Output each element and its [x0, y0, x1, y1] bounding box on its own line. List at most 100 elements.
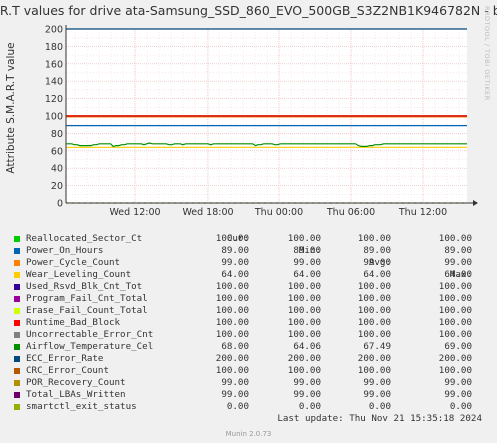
legend-avg-value: 67.49 [363, 341, 391, 352]
legend-series-name: Runtime_Bad_Block [26, 317, 121, 328]
legend-max-value: 0.00 [449, 401, 472, 412]
legend-swatch [14, 308, 20, 314]
legend-row: ECC_Error_Rate 200.00 200.00 200.00 200.00 [12, 353, 484, 365]
legend-avg-value: 100.00 [357, 365, 391, 376]
legend-max-value: 100.00 [438, 281, 472, 292]
legend-series-name: CRC_Error_Count [26, 365, 109, 376]
legend-avg-value: 100.00 [357, 293, 391, 304]
y-tick-label: 180 [45, 42, 63, 53]
legend-avg-value: 100.00 [357, 281, 391, 292]
legend-max-value: 69.00 [444, 341, 472, 352]
legend-min-value: 100.00 [287, 293, 321, 304]
legend-cur-value: 100.00 [215, 329, 249, 340]
y-tick-label: 120 [45, 94, 63, 105]
legend-table: Cur: Min: Avg: Max: Reallocated_Sector_C… [12, 221, 484, 413]
legend-swatch [14, 260, 20, 266]
legend-header: Cur: Min: Avg: Max: [12, 221, 484, 280]
legend-avg-value: 100.00 [357, 233, 391, 244]
legend-swatch [14, 404, 20, 410]
legend-min-value: 64.06 [293, 341, 321, 352]
legend-series-name: Power_Cycle_Count [26, 257, 121, 268]
y-tick-label: 100 [45, 112, 63, 123]
legend-min-value: 100.00 [287, 365, 321, 376]
legend-max-value: 64.00 [444, 269, 472, 280]
y-tick-label: 80 [51, 129, 63, 140]
legend-min-value: 100.00 [287, 233, 321, 244]
y-tick-label: 60 [51, 146, 63, 157]
x-tick-label: Thu 12:00 [398, 207, 447, 218]
legend-min-value: 100.00 [287, 281, 321, 292]
legend-series-name: smartctl_exit_status [26, 401, 137, 412]
legend-cur-value: 100.00 [215, 293, 249, 304]
legend-swatch [14, 296, 20, 302]
legend-row: Power_On_Hours 89.00 89.00 89.00 89.00 [12, 245, 484, 257]
legend-cur-value: 0.00 [226, 401, 249, 412]
legend-series-name: Airflow_Temperature_Cel [26, 341, 154, 352]
legend-cur-value: 200.00 [215, 353, 249, 364]
legend-row: Uncorrectable_Error_Cnt 100.00 100.00 100.0… [12, 329, 484, 341]
legend-min-value: 89.00 [293, 245, 321, 256]
legend-max-value: 200.00 [438, 353, 472, 364]
legend-avg-value: 99.00 [363, 389, 391, 400]
legend-row: Total_LBAs_Written 99.00 99.00 99.00 99.00 [12, 389, 484, 401]
legend-cur-value: 99.00 [221, 257, 249, 268]
legend-series-name: Program_Fail_Cnt_Total [26, 293, 148, 304]
legend-cur-value: 68.00 [221, 341, 249, 352]
legend-cur-value: 89.00 [221, 245, 249, 256]
legend-row: Used_Rsvd_Blk_Cnt_Tot 100.00 100.00 100.00 1… [12, 281, 484, 293]
legend-min-value: 100.00 [287, 329, 321, 340]
legend-max-value: 99.00 [444, 257, 472, 268]
legend-swatch [14, 356, 20, 362]
x-tick-label: Thu 06:00 [326, 207, 375, 218]
rrdtool-credit: RRDTOOL / TOBI OETIKER [483, 6, 491, 101]
y-tick-label: 20 [51, 181, 63, 192]
legend-series-name: Used_Rsvd_Blk_Cnt_Tot [26, 281, 143, 292]
legend-cur-value: 100.00 [215, 317, 249, 328]
x-axis-ticks: Wed 12:00 Wed 18:00 Thu 00:00 Thu 06:00 Thu … [109, 207, 447, 218]
legend-row: Runtime_Bad_Block 100.00 100.00 100.00 100.0… [12, 317, 484, 329]
legend-avg-value: 100.00 [357, 329, 391, 340]
legend-max-value: 100.00 [438, 293, 472, 304]
legend-swatch [14, 320, 20, 326]
y-tick-label: 200 [45, 25, 63, 36]
legend-series-name: Erase_Fail_Count_Total [26, 305, 148, 316]
legend-avg-value: 100.00 [357, 305, 391, 316]
x-axis-arrow [473, 200, 478, 206]
legend-max-value: 100.00 [438, 233, 472, 244]
legend-series-name: Uncorrectable_Error_Cnt [26, 329, 154, 340]
x-tick-label: Wed 18:00 [182, 207, 233, 218]
x-tick-label: Wed 12:00 [109, 207, 160, 218]
legend-min-value: 99.00 [293, 257, 321, 268]
legend-cur-value: 99.00 [221, 389, 249, 400]
legend-series-name: Total_LBAs_Written [26, 389, 126, 400]
legend-avg-value: 200.00 [357, 353, 391, 364]
legend-min-value: 0.00 [298, 401, 321, 412]
legend-cur-value: 100.00 [215, 305, 249, 316]
legend-cur-value: 100.00 [215, 233, 249, 244]
legend-series-name: ECC_Error_Rate [26, 353, 104, 364]
legend-swatch [14, 344, 20, 350]
legend-row: Power_Cycle_Count 99.00 99.00 99.00 99.00 [12, 257, 484, 269]
legend-max-value: 99.00 [444, 377, 472, 388]
legend-row: Erase_Fail_Count_Total 100.00 100.00 100.00… [12, 305, 484, 317]
legend-max-value: 100.00 [438, 305, 472, 316]
x-tick-label: Thu 00:00 [254, 207, 303, 218]
legend-swatch [14, 248, 20, 254]
legend-row: smartctl_exit_status 0.00 0.00 0.00 0.00 [12, 401, 484, 413]
legend-swatch [14, 332, 20, 338]
legend-min-value: 100.00 [287, 317, 321, 328]
legend-row: Program_Fail_Cnt_Total 100.00 100.00 100.00… [12, 293, 484, 305]
legend-swatch [14, 272, 20, 278]
legend-max-value: 100.00 [438, 329, 472, 340]
legend-min-value: 200.00 [287, 353, 321, 364]
legend-max-value: 100.00 [438, 365, 472, 376]
legend-avg-value: 99.00 [363, 377, 391, 388]
legend-row: Reallocated_Sector_Ct 100.00 100.00 100.00 1… [12, 233, 484, 245]
legend-cur-value: 100.00 [215, 365, 249, 376]
legend-swatch [14, 392, 20, 398]
legend-row: Wear_Leveling_Count 64.00 64.00 64.00 64.00 [12, 269, 484, 281]
legend-series-name: Power_On_Hours [26, 245, 104, 256]
legend-row: POR_Recovery_Count 99.00 99.00 99.00 99.00 [12, 377, 484, 389]
y-axis-ticks: 0 20 40 60 80 100 120 140 160 180 200 [45, 25, 63, 210]
legend-series-name: Wear_Leveling_Count [26, 269, 132, 280]
